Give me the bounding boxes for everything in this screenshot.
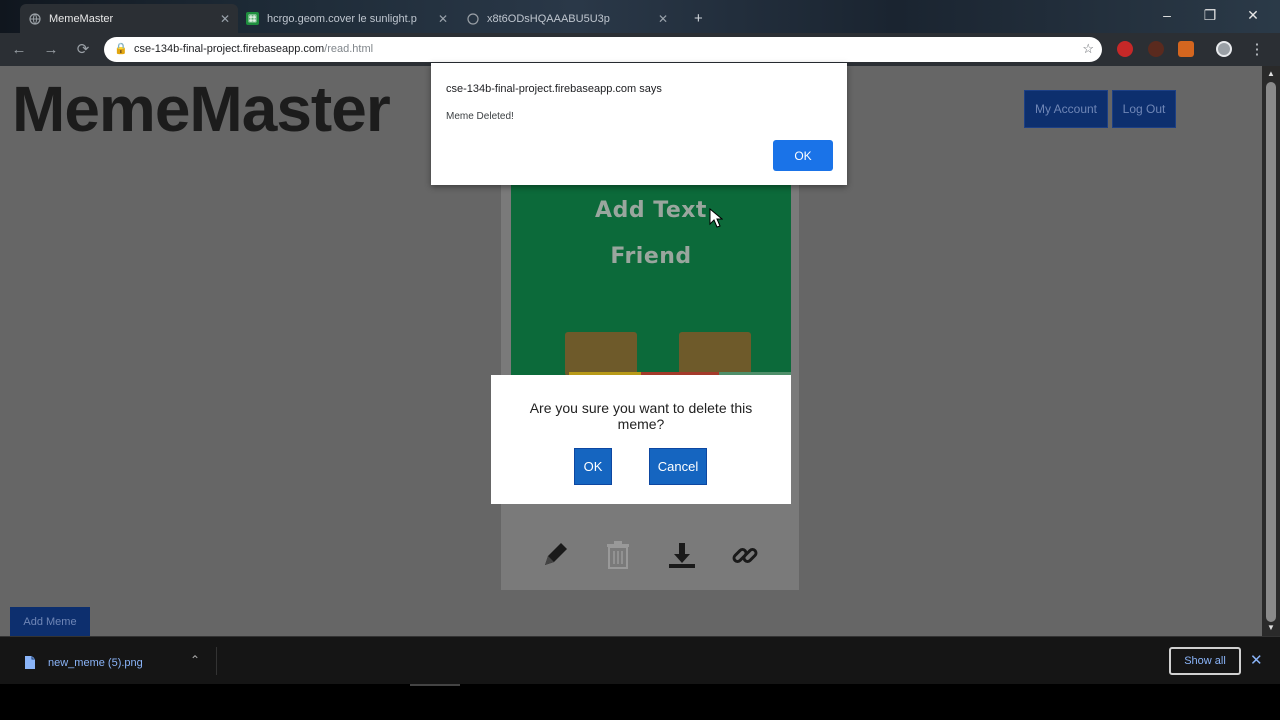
globe-icon [28,12,41,25]
extension-orange-icon[interactable] [1178,41,1194,57]
page-title: MemeMaster [12,73,391,145]
url-text: cse-134b-final-project.firebaseapp.com/r… [134,43,373,55]
url-path: /read.html [324,43,374,55]
spreadsheet-icon: ▦ [246,12,259,25]
close-tab-icon[interactable]: ✕ [438,12,448,26]
mouse-cursor-icon [709,207,724,233]
download-item-name[interactable]: new_meme (5).png [48,657,143,669]
extension-red-icon[interactable] [1117,41,1133,57]
tab-sheet[interactable]: ▦ hcrgo.geom.cover le sunlight.p ✕ [238,4,456,33]
confirm-cancel-button[interactable]: Cancel [649,448,707,485]
scrollbar-thumb[interactable] [1266,82,1276,622]
confirm-message: Are you sure you want to delete this mem… [529,400,753,432]
show-all-button[interactable]: Show all [1169,647,1241,675]
link-icon[interactable] [725,535,765,575]
browser-alert-dialog: cse-134b-final-project.firebaseapp.com s… [431,63,847,185]
chevron-up-icon[interactable]: ⌃ [190,653,200,667]
close-tab-icon[interactable]: ✕ [658,12,668,26]
page-scrollbar[interactable]: ▲ ▼ [1262,66,1280,636]
close-tab-icon[interactable]: ✕ [220,12,230,26]
restore-button[interactable]: ❐ [1189,4,1231,26]
url-host: cse-134b-final-project.firebaseapp.com [134,43,325,55]
my-account-button[interactable]: My Account [1024,90,1108,128]
address-bar[interactable]: 🔒 cse-134b-final-project.firebaseapp.com… [104,37,1102,62]
alert-message: Meme Deleted! [446,111,514,122]
close-download-bar-icon[interactable]: ✕ [1250,651,1263,669]
meme-bottom-text: Friend [610,244,692,269]
tab-image[interactable]: x8t6ODsHQAAABU5U3p ✕ [458,4,676,33]
trash-icon[interactable] [598,535,638,575]
scroll-up-icon[interactable]: ▲ [1266,69,1276,78]
image-icon [466,12,479,25]
browser-tab-strip: MemeMaster ✕ ▦ hcrgo.geom.cover le sunli… [0,0,1280,33]
bookmark-star-icon[interactable]: ☆ [1082,41,1094,57]
download-bar: new_meme (5).png ⌃ Show all ✕ [0,636,1280,684]
alert-origin: cse-134b-final-project.firebaseapp.com s… [446,83,662,95]
forward-icon[interactable]: → [40,39,62,61]
meme-block-left [565,332,637,376]
reload-icon[interactable]: ⟳ [72,39,94,61]
log-out-button[interactable]: Log Out [1112,90,1176,128]
download-icon[interactable] [662,535,702,575]
alert-ok-button[interactable]: OK [773,140,833,171]
close-window-button[interactable]: ✕ [1232,4,1274,26]
delete-confirm-dialog: Are you sure you want to delete this mem… [491,375,791,504]
bottom-strip [0,684,1280,720]
meme-actions [501,520,799,590]
file-icon [24,655,36,675]
meme-top-text: Add Text [595,198,707,223]
tab-mememaster[interactable]: MemeMaster ✕ [20,4,238,33]
tab-title: hcrgo.geom.cover le sunlight.p [267,12,417,25]
lock-icon: 🔒 [114,43,128,55]
extension-dark-icon[interactable] [1148,41,1164,57]
tab-title: MemeMaster [49,12,114,25]
confirm-ok-button[interactable]: OK [574,448,612,485]
back-icon[interactable]: ← [8,39,30,61]
minimize-button[interactable]: – [1146,4,1188,26]
tab-title: x8t6ODsHQAAABU5U3p [487,12,610,25]
menu-kebab-icon[interactable]: ⋮ [1246,39,1268,61]
meme-image[interactable]: Add Text Friend [511,184,791,376]
add-meme-button[interactable]: Add Meme [10,607,90,636]
meme-block-right [679,332,751,376]
scroll-down-icon[interactable]: ▼ [1266,623,1276,632]
divider [216,647,217,675]
pencil-icon[interactable] [535,535,575,575]
new-tab-button[interactable]: + [688,4,712,33]
divider [410,684,460,686]
profile-avatar[interactable] [1216,41,1232,57]
